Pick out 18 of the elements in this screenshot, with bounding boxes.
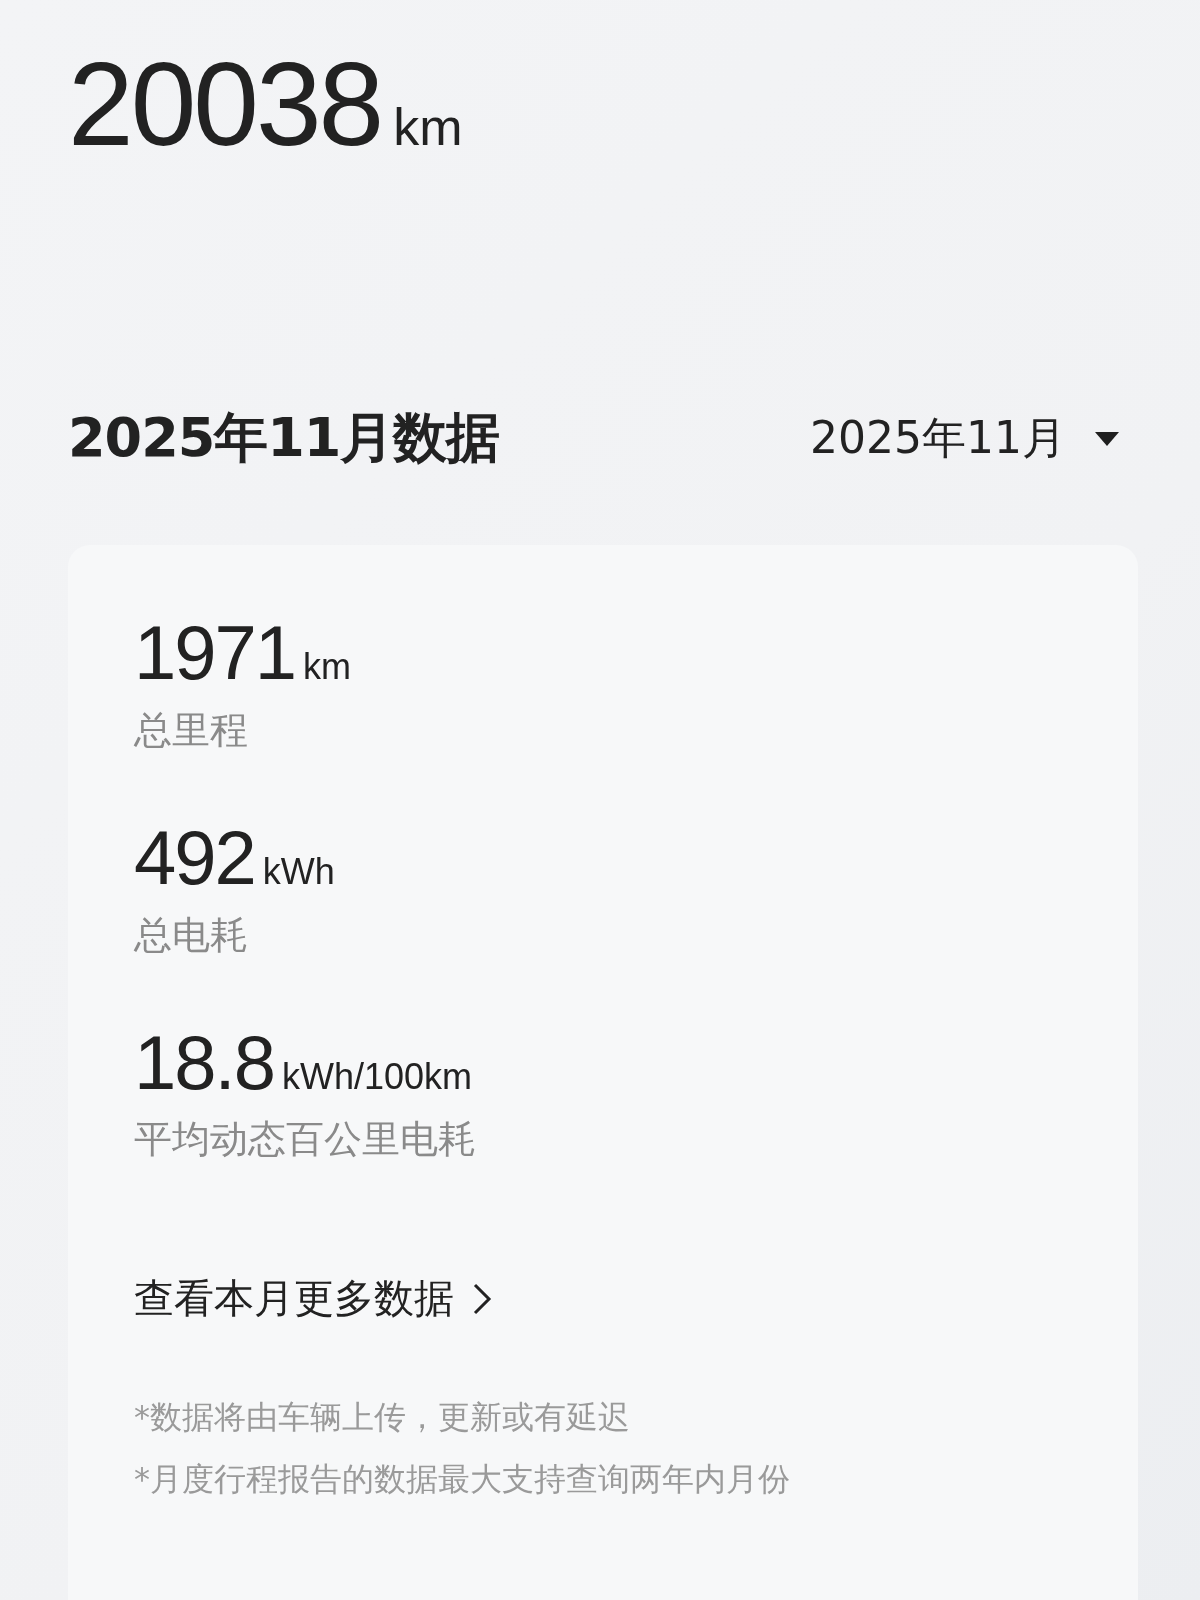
stat-label: 平均动态百公里电耗 <box>134 1116 477 1164</box>
stat-unit: kWh <box>262 850 335 893</box>
chevron-right-icon <box>472 1281 492 1316</box>
stat-value: 18.8 <box>134 1022 274 1103</box>
month-picker[interactable]: 2025年11月 <box>810 409 1120 468</box>
total-mileage-unit: km <box>393 97 463 157</box>
more-data-link[interactable]: 查看本月更多数据 <box>134 1271 492 1327</box>
stat-label: 总里程 <box>134 706 249 754</box>
stat-unit: kWh/100km <box>281 1055 472 1098</box>
footnote: *数据将由车辆上传，更新或有延迟 <box>134 1397 631 1439</box>
stat-label: 总电耗 <box>134 911 249 959</box>
stat-unit: km <box>303 646 352 688</box>
footnote: *月度行程报告的数据最大支持查询两年内月份 <box>134 1459 791 1501</box>
section-title: 2025年11月数据 <box>68 405 500 471</box>
stat-value: 1971 <box>134 613 296 693</box>
total-mileage-value: 20038 <box>68 40 382 170</box>
stat-value: 492 <box>134 817 255 898</box>
dropdown-icon <box>1094 429 1120 448</box>
